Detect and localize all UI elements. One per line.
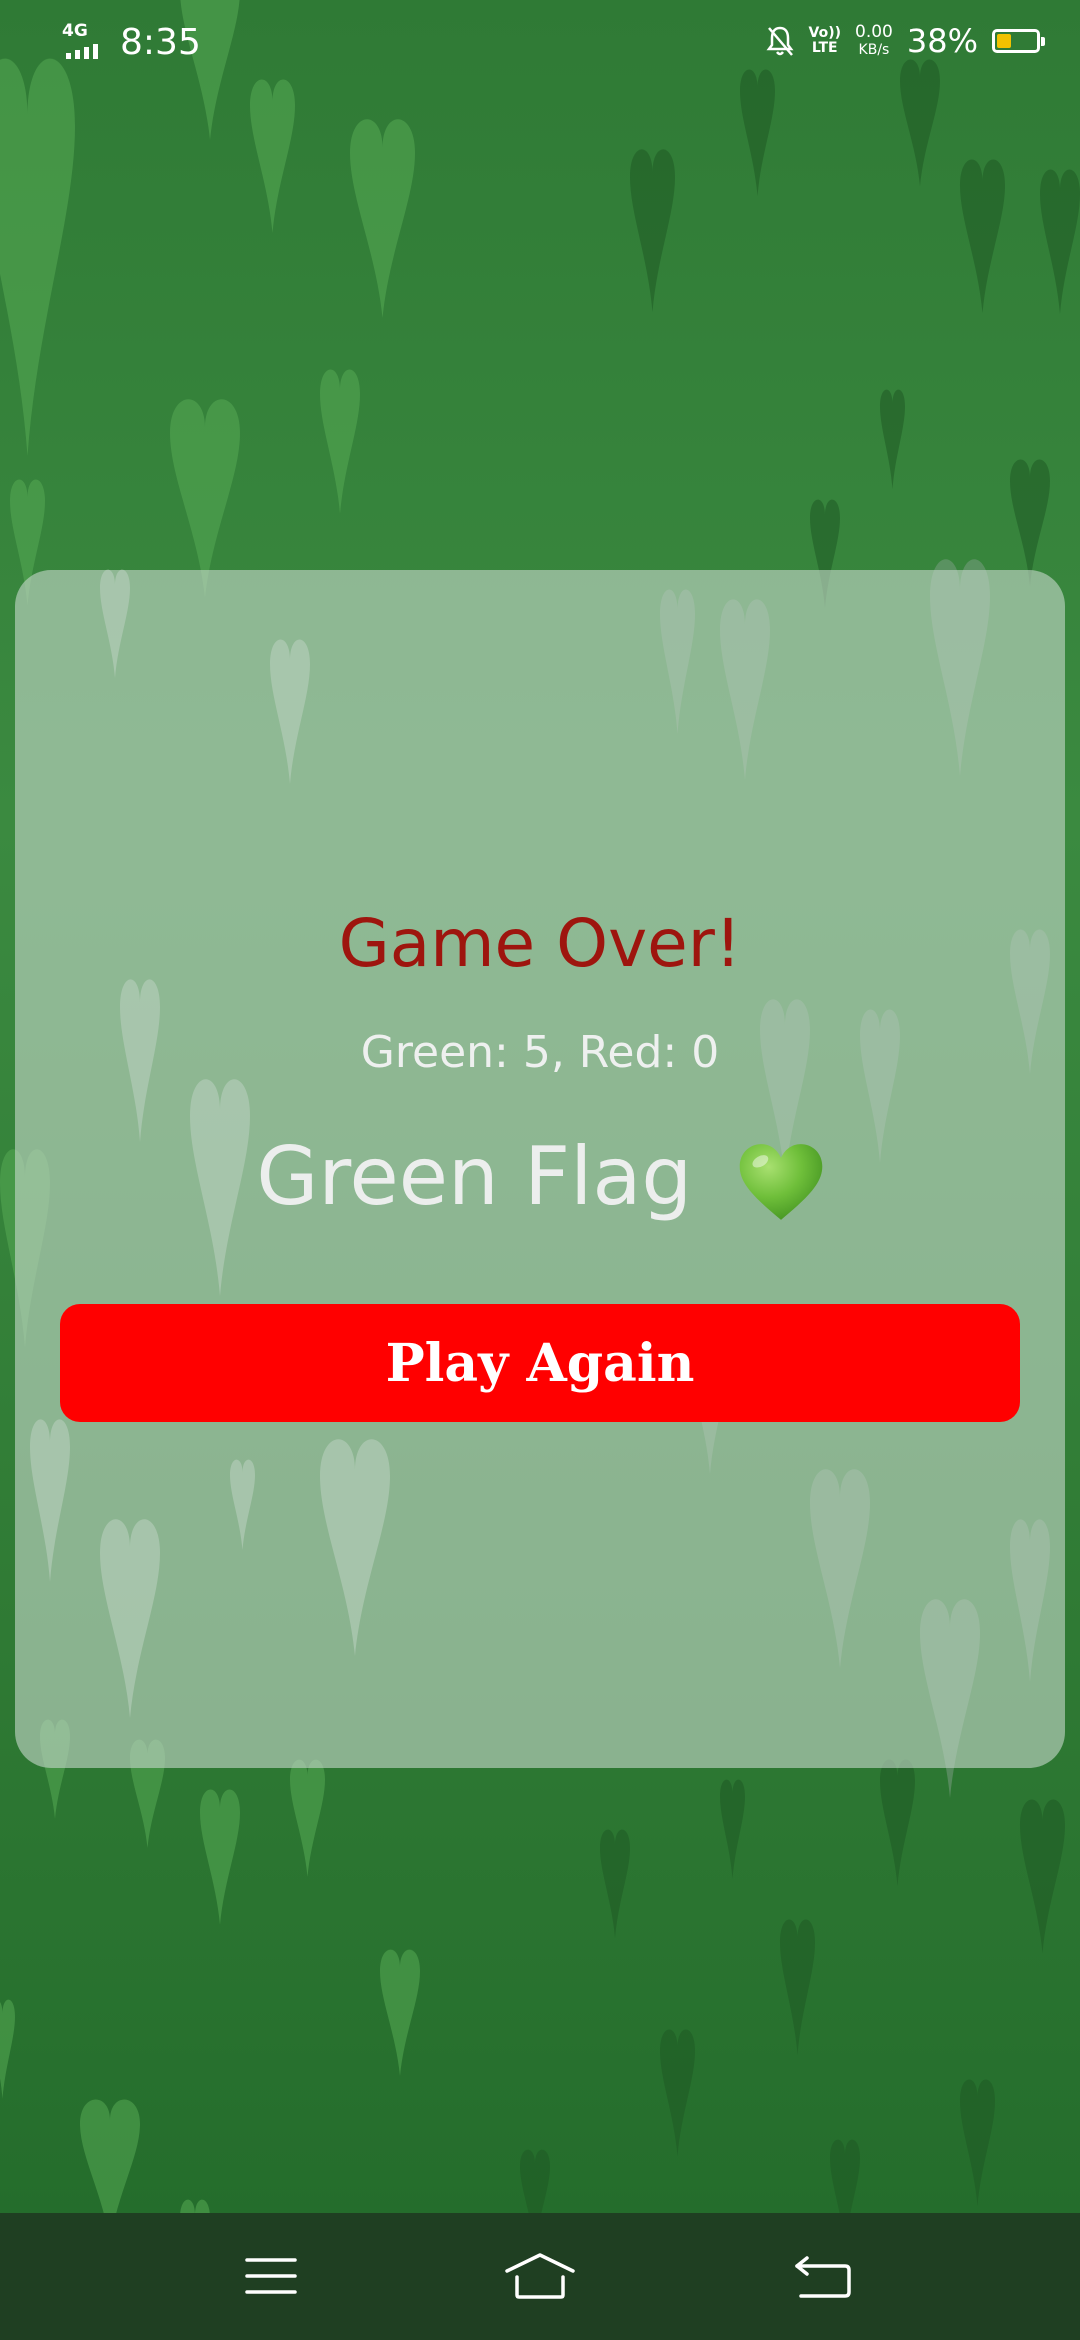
status-right: Vo)) LTE 0.00 KB/s 38% <box>765 21 1045 60</box>
status-left: 4G 8:35 <box>62 22 201 63</box>
navigation-bar <box>0 2213 1080 2340</box>
notifications-muted-icon <box>766 26 794 56</box>
menu-button[interactable] <box>211 2231 331 2321</box>
green-heart-icon <box>739 1144 822 1220</box>
status-bar: 4G 8:35 Vo)) LTE 0.00 KB/s 38% <box>0 0 1080 90</box>
clock: 8:35 <box>120 22 201 63</box>
home-button[interactable] <box>480 2231 600 2321</box>
verdict-text: Green Flag <box>256 1130 693 1223</box>
volte-icon: Vo)) LTE <box>808 25 842 56</box>
back-icon <box>795 2256 851 2298</box>
battery-icon <box>992 29 1045 53</box>
back-button[interactable] <box>763 2231 883 2321</box>
battery-percent: 38% <box>906 22 978 60</box>
network-type: 4G <box>62 20 88 41</box>
home-icon <box>505 2253 575 2299</box>
verdict: Green Flag <box>15 1130 1065 1223</box>
score-text: Green: 5, Red: 0 <box>360 1027 720 1078</box>
game-over-card: Game Over! Green: 5, Red: 0 Green Flag P… <box>15 570 1065 1768</box>
play-again-button[interactable]: Play Again <box>60 1304 1020 1422</box>
game-over-title: Game Over! <box>338 905 742 982</box>
network-speed: 0.00 KB/s <box>855 21 893 58</box>
signal-icon: 4G <box>62 20 112 63</box>
menu-icon <box>245 2258 297 2294</box>
